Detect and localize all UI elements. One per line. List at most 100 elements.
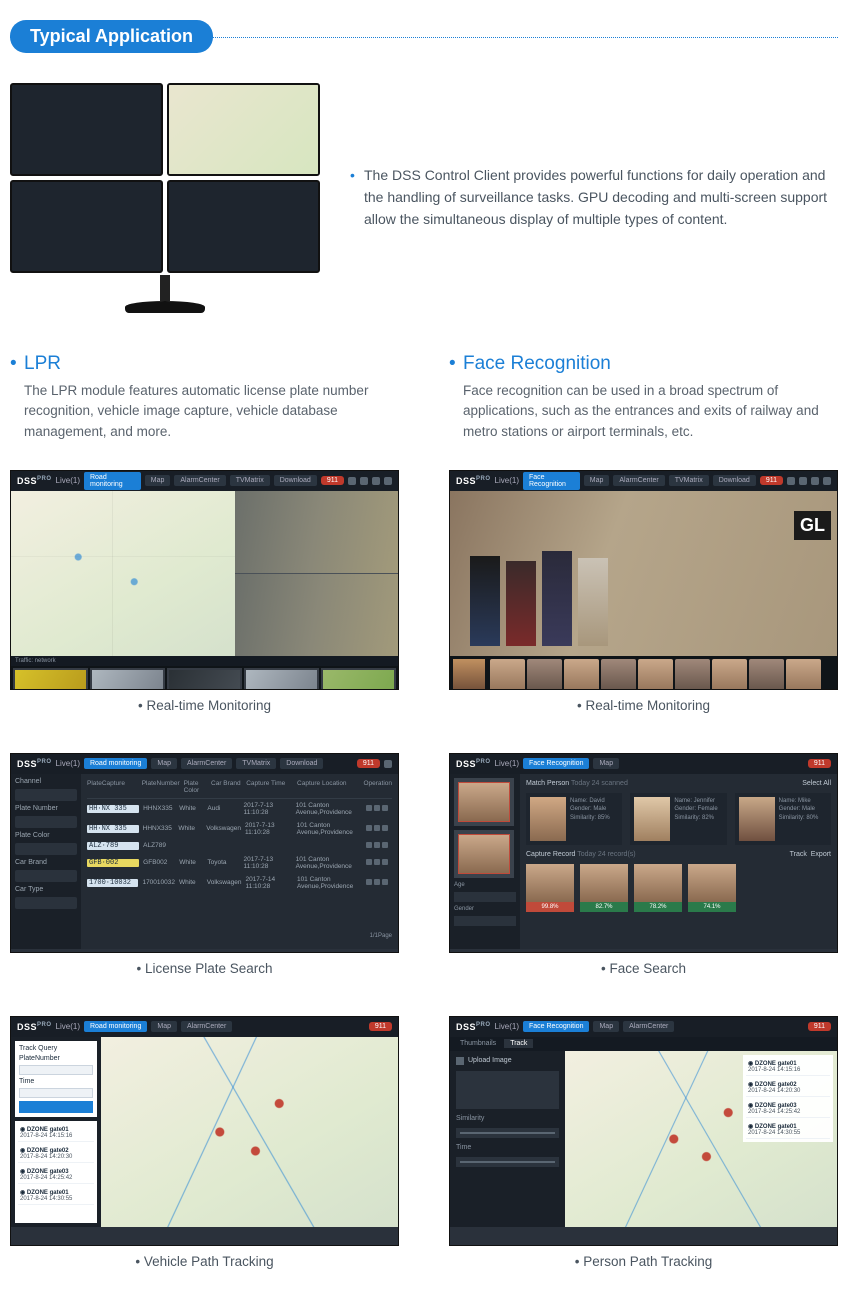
export-button[interactable]: Export — [811, 851, 831, 858]
table-row[interactable]: ALZ·789ALZ789 — [87, 839, 392, 853]
tab-map[interactable]: Map — [151, 758, 177, 769]
filter-input[interactable] — [15, 870, 77, 882]
subtab-track[interactable]: Track — [504, 1039, 533, 1048]
time-range-input[interactable] — [456, 1157, 559, 1167]
person-track-map[interactable]: ◉ DZONE gate012017-8-24 14:15:16 ◉ DZONE … — [565, 1051, 837, 1227]
tab-road-monitoring[interactable]: Road monitoring — [84, 1021, 147, 1032]
match-card[interactable]: Name: DavidGender: MaleSimilarity: 85% — [526, 793, 622, 845]
filter-input[interactable] — [15, 897, 77, 909]
app-bar[interactable]: DSSPRO Live(1) Face Recognition Map Alar… — [450, 471, 837, 491]
tab-face-recognition[interactable]: Face Recognition — [523, 1021, 589, 1032]
lpr-traffic-feeds[interactable] — [235, 491, 398, 656]
user-icon[interactable] — [799, 477, 807, 485]
filter-input[interactable] — [15, 789, 77, 801]
result-item[interactable]: ◉ DZONE gate032017-8-24 14:25:42 — [746, 1100, 830, 1118]
tab-download[interactable]: Download — [280, 758, 323, 769]
filter-input[interactable] — [15, 816, 77, 828]
tab-alarmcenter[interactable]: AlarmCenter — [174, 475, 225, 486]
tab-map[interactable]: Map — [151, 1021, 177, 1032]
alert-badge[interactable]: 911 — [808, 1022, 831, 1031]
table-row[interactable]: GFB·002GFB002WhiteToyota2017-7-13 11:10:… — [87, 853, 392, 873]
app-bar[interactable]: DSSPRO Live(1) Road monitoring Map Alarm… — [11, 754, 398, 774]
table-row[interactable]: HH·NX 335HHNX335WhiteAudi2017-7-13 11:10… — [87, 799, 392, 819]
app-bar[interactable]: DSSPRO Live(1) Road monitoring Map Alarm… — [11, 1017, 398, 1037]
settings-icon[interactable] — [787, 477, 795, 485]
minimize-icon[interactable] — [372, 477, 380, 485]
vehicle-card[interactable]: HH NX 335 — [244, 668, 319, 690]
alert-badge[interactable]: 911 — [760, 476, 783, 485]
result-item[interactable]: ◉ DZONE gate032017-8-24 14:25:42 — [18, 1166, 94, 1184]
col-header[interactable]: Car Brand — [211, 780, 242, 794]
lpr-map-panel[interactable] — [11, 491, 235, 656]
result-item[interactable]: ◉ DZONE gate012017-8-24 14:15:16 — [746, 1058, 830, 1076]
tab-map[interactable]: Map — [145, 475, 171, 486]
search-button[interactable] — [19, 1101, 93, 1113]
col-header[interactable]: PlateCapture — [87, 780, 138, 794]
face-thumb[interactable] — [490, 659, 525, 690]
tab-map[interactable]: Map — [584, 475, 610, 486]
tab-download[interactable]: Download — [713, 475, 756, 486]
result-item[interactable]: ◉ DZONE gate022017-8-24 14:20:30 — [18, 1145, 94, 1163]
settings-icon[interactable] — [384, 760, 392, 768]
filter-input[interactable] — [15, 843, 77, 855]
capture-card[interactable]: 82.7% — [580, 864, 628, 912]
tab-face-recognition[interactable]: Face Recognition — [523, 758, 589, 769]
match-card[interactable]: Name: MikeGender: MaleSimilarity: 80% — [735, 793, 831, 845]
time-input[interactable] — [19, 1088, 93, 1098]
tab-map[interactable]: Map — [593, 758, 619, 769]
tab-road-monitoring[interactable]: Road monitoring — [84, 472, 141, 490]
subtab-thumbnails[interactable]: Thumbnails — [454, 1039, 502, 1048]
face-thumb[interactable] — [601, 659, 636, 690]
table-row[interactable]: 1700·10032170010032WhiteVolkswagen2017-7… — [87, 873, 392, 893]
close-icon[interactable] — [384, 477, 392, 485]
alert-badge[interactable]: 911 — [808, 759, 831, 768]
face-thumb[interactable] — [712, 659, 747, 690]
col-header[interactable]: Capture Time — [246, 780, 293, 794]
face-thumb[interactable] — [638, 659, 673, 690]
vehicle-card[interactable]: HH NX 335 — [90, 668, 165, 690]
alert-badge[interactable]: 911 — [357, 759, 380, 768]
face-thumb[interactable] — [564, 659, 599, 690]
upload-image-button[interactable]: Upload Image — [456, 1057, 559, 1065]
filter-input[interactable] — [454, 916, 516, 926]
tab-map[interactable]: Map — [593, 1021, 619, 1032]
close-icon[interactable] — [823, 477, 831, 485]
plate-input[interactable] — [19, 1065, 93, 1075]
alert-badge[interactable]: 911 — [321, 476, 344, 485]
vehicle-track-map[interactable] — [101, 1037, 398, 1227]
settings-icon[interactable] — [348, 477, 356, 485]
face-slot[interactable] — [456, 1071, 559, 1109]
vehicle-card[interactable]: HH NX 335 — [167, 668, 242, 690]
vehicle-card[interactable]: HH NX 335 — [321, 668, 396, 690]
tab-tvmatrix[interactable]: TVMatrix — [230, 475, 270, 486]
app-bar[interactable]: DSSPRO Live(1) Face Recognition Map 911 — [450, 754, 837, 774]
face-thumb[interactable] — [786, 659, 821, 690]
col-header[interactable]: Plate Color — [184, 780, 207, 794]
face-live-view[interactable]: GL — [450, 491, 837, 656]
face-thumb[interactable] — [749, 659, 784, 690]
track-button[interactable]: Track — [790, 851, 807, 858]
capture-card[interactable]: 99.8% — [526, 864, 574, 912]
tab-face-recognition[interactable]: Face Recognition — [523, 472, 580, 490]
table-row[interactable]: HH·NX 335HHNX335WhiteVolkswagen2017-7-13… — [87, 819, 392, 839]
tab-tvmatrix[interactable]: TVMatrix — [669, 475, 709, 486]
result-item[interactable]: ◉ DZONE gate012017-8-24 14:30:55 — [18, 1187, 94, 1205]
select-all-checkbox[interactable]: Select All — [802, 780, 831, 787]
col-header[interactable]: Operation — [363, 780, 392, 794]
similarity-slider[interactable] — [456, 1128, 559, 1138]
result-item[interactable]: ◉ DZONE gate012017-8-24 14:15:16 — [18, 1124, 94, 1142]
tab-alarmcenter[interactable]: AlarmCenter — [181, 758, 232, 769]
alert-badge[interactable]: 911 — [369, 1022, 392, 1031]
col-header[interactable]: Capture Location — [297, 780, 359, 794]
pagination[interactable]: 1/1Page — [87, 933, 392, 939]
minimize-icon[interactable] — [811, 477, 819, 485]
app-bar[interactable]: DSSPRO Live(1) Face Recognition Map Alar… — [450, 1017, 837, 1037]
match-card[interactable]: Name: JenniferGender: FemaleSimilarity: … — [630, 793, 726, 845]
result-item[interactable]: ◉ DZONE gate012017-8-24 14:30:55 — [746, 1121, 830, 1139]
result-item[interactable]: ◉ DZONE gate022017-8-24 14:20:30 — [746, 1079, 830, 1097]
vehicle-card[interactable]: HH NX 335 — [13, 668, 88, 690]
filter-input[interactable] — [454, 892, 516, 902]
app-bar[interactable]: DSSPRO Live(1) Road monitoring Map Alarm… — [11, 471, 398, 491]
capture-card[interactable]: 74.1% — [688, 864, 736, 912]
query-face-image[interactable] — [454, 830, 514, 878]
